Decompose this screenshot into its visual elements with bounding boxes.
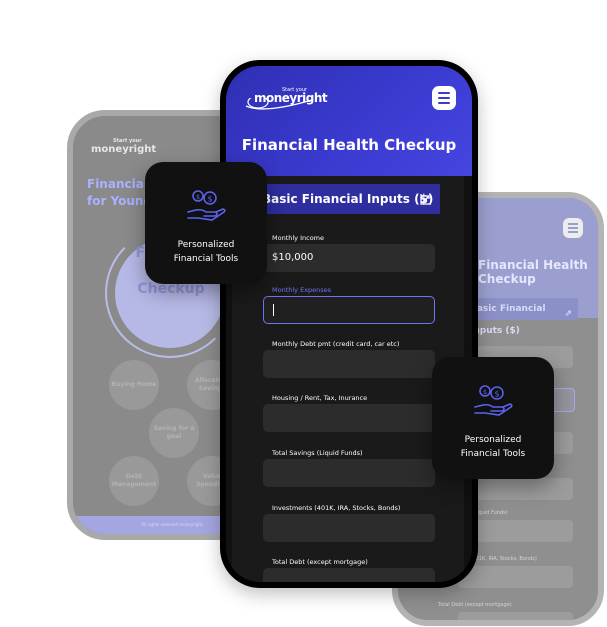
right-title: Financial Health Checkup [478, 258, 588, 286]
right-field[interactable] [458, 566, 573, 588]
hamburger-menu-icon[interactable] [432, 86, 456, 110]
bubble-saving-goal[interactable]: Saving for a goal [149, 408, 199, 458]
svg-text:$: $ [483, 389, 487, 396]
main-phone-mockup: Start your moneyright Financial Health C… [220, 60, 478, 588]
housing-label: Housing / Rent, Tax, Inurance [272, 394, 368, 402]
svg-text:$: $ [196, 194, 200, 201]
monthly-debt-input[interactable] [263, 350, 435, 378]
bubble-debt-management[interactable]: Debt Management [109, 456, 159, 506]
logo-swoosh-icon [245, 98, 313, 110]
feature-card-line1: Personalized [464, 435, 522, 445]
right-label: Total Debt (except mortgage) [438, 602, 512, 608]
chart-icon[interactable] [420, 193, 432, 205]
monthly-expenses-label: Monthly Expenses [272, 286, 332, 294]
investments-label: Investments (401K, IRA, Stocks, Bonds) [272, 504, 401, 512]
hand-coins-icon: $ $ [474, 385, 513, 416]
feature-card-line1: Personalized [177, 240, 235, 250]
total-savings-input[interactable] [263, 459, 435, 487]
monthly-expenses-input[interactable] [263, 296, 435, 324]
total-debt-input[interactable] [263, 568, 435, 582]
left-logo: Start your moneyright [91, 138, 161, 164]
monthly-income-label: Monthly Income [272, 234, 325, 242]
feature-card-label: Personalized Financial Tools [145, 238, 267, 266]
section-header: Basic Financial Inputs ($) [252, 184, 440, 214]
bubble-buying-home[interactable]: Buying Home [109, 360, 159, 410]
left-logo-text: moneyright [91, 144, 157, 155]
svg-text:$: $ [207, 195, 212, 204]
svg-text:$: $ [494, 390, 499, 399]
section-title: Basic Financial Inputs ($) [262, 192, 434, 206]
feature-card-label: Personalized Financial Tools [432, 433, 554, 461]
feature-card-line2: Financial Tools [460, 449, 526, 459]
feature-card-line2: Financial Tools [173, 254, 239, 264]
total-debt-label: Total Debt (except mortgage) [272, 558, 368, 566]
hand-coins-icon: $ $ [187, 190, 226, 221]
right-section-title: Basic Financial Inputs ($) [470, 304, 546, 336]
investments-input[interactable] [263, 514, 435, 542]
housing-input[interactable] [263, 404, 435, 432]
chart-icon[interactable]: ⇗ [564, 303, 572, 325]
right-field[interactable] [458, 612, 573, 620]
monthly-debt-label: Monthly Debt pmt (credit card, car etc) [272, 340, 400, 348]
feature-card-personalized-tools-2[interactable]: $ $ Personalized Financial Tools [432, 357, 554, 479]
total-savings-label: Total Savings (Liquid Funds) [272, 449, 363, 457]
page-title: Financial Health Checkup [241, 136, 457, 154]
right-section-bar: Basic Financial Inputs ($) ⇗ [464, 298, 578, 336]
brand-logo[interactable]: Start your moneyright [244, 84, 334, 118]
right-menu-icon[interactable] [563, 218, 583, 238]
feature-card-personalized-tools[interactable]: $ $ Personalized Financial Tools [145, 162, 267, 284]
monthly-income-input[interactable]: $10,000 [263, 244, 435, 272]
text-caret [273, 304, 274, 316]
main-header [226, 66, 472, 176]
